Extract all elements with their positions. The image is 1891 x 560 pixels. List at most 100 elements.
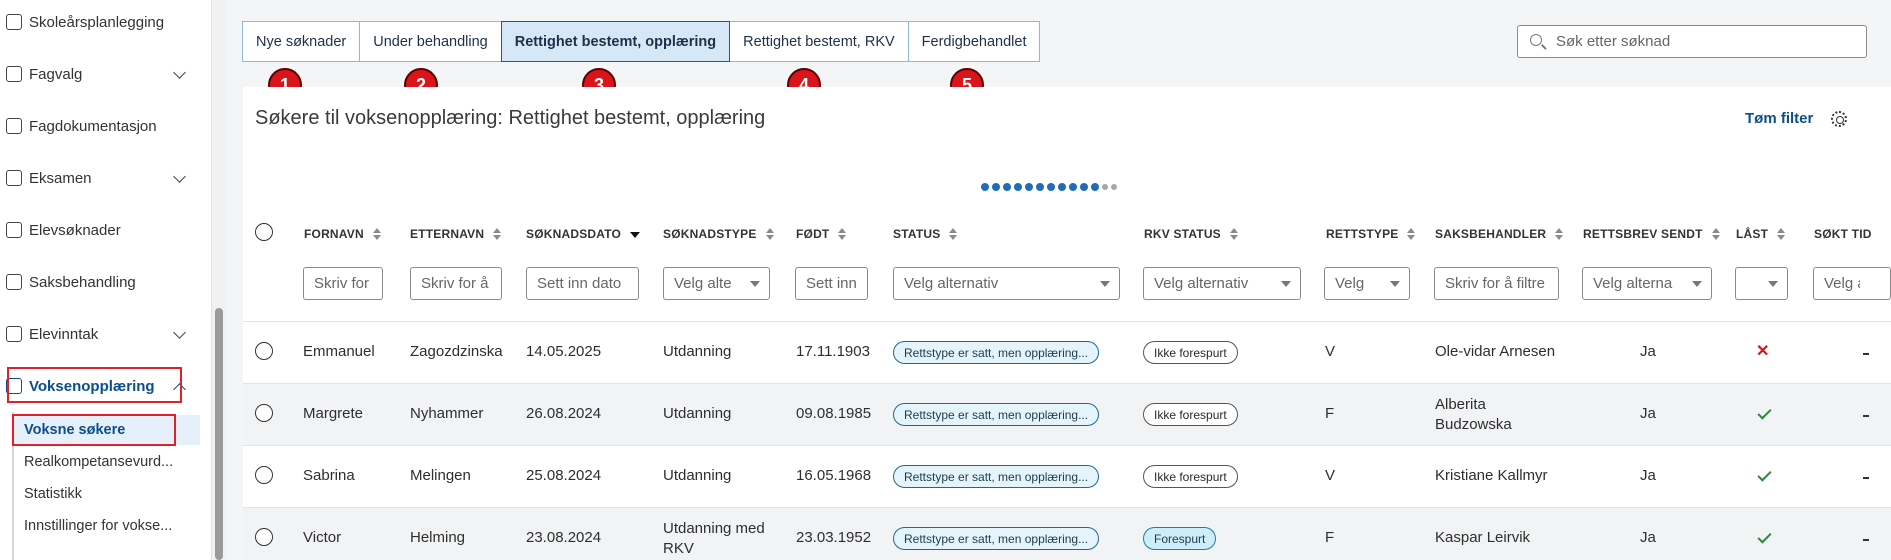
filter-last-select[interactable] (1735, 267, 1788, 300)
tab-ferdigbehandlet[interactable]: Ferdigbehandlet (907, 21, 1041, 62)
filter-status-select[interactable]: Velg alternativ (893, 267, 1120, 300)
table-row[interactable]: Margrete Nyhammer 26.08.2024 Utdanning 0… (243, 383, 1891, 445)
applicants-panel: Søkere til voksenopplæring: Rettighet be… (243, 87, 1891, 560)
row-checkbox[interactable] (255, 528, 273, 546)
search-icon (1530, 34, 1542, 46)
column-pagination-dots[interactable] (981, 183, 1117, 191)
calendar-check-icon (6, 14, 22, 30)
sort-icon (838, 228, 847, 240)
filter-fornavn-input[interactable] (303, 267, 383, 300)
rkv-status-badge: Ikke forespurt (1143, 403, 1238, 426)
sidebar-item-saksbehandling[interactable]: Saksbehandling (0, 267, 200, 297)
sidebar-item-skolearsplanlegging[interactable]: Skoleårsplanlegging (0, 7, 200, 37)
gear-icon[interactable] (1831, 111, 1847, 127)
column-header-rettstype[interactable]: RETTSTYPE (1326, 227, 1416, 241)
sort-icon (1711, 228, 1720, 240)
page-dot[interactable] (1047, 183, 1055, 191)
sort-icon (1407, 228, 1416, 240)
chevron-down-icon (173, 66, 186, 79)
column-header-saksbehandler[interactable]: SAKSBEHANDLER (1435, 227, 1564, 241)
filter-soknadsdato-input[interactable] (526, 267, 639, 300)
filter-sokt-tid-select[interactable]: Velg al (1813, 267, 1891, 300)
table-row[interactable]: Sabrina Melingen 25.08.2024 Utdanning 16… (243, 445, 1891, 507)
cell-etternavn: Nyhammer (410, 405, 484, 422)
check-icon (1757, 467, 1772, 482)
select-all-checkbox[interactable] (255, 223, 273, 241)
tab-rettighet-rkv[interactable]: Rettighet bestemt, RKV (729, 21, 909, 62)
page-dot[interactable] (1069, 183, 1077, 191)
book-icon (6, 66, 22, 82)
sort-desc-icon (630, 228, 641, 240)
cell-etternavn: Zagozdzinska (410, 343, 503, 360)
column-header-soknadstype[interactable]: SØKNADSTYPE (663, 227, 774, 241)
sort-icon (493, 228, 502, 240)
page-dot[interactable] (1014, 183, 1022, 191)
sidebar-scrollbar-thumb[interactable] (215, 308, 223, 560)
column-header-status[interactable]: STATUS (893, 227, 958, 241)
column-header-soknadsdato[interactable]: SØKNADSDATO (526, 227, 641, 241)
cell-fornavn: Margrete (303, 405, 364, 422)
table-row[interactable]: Emmanuel Zagozdzinska 14.05.2025 Utdanni… (243, 321, 1891, 383)
column-header-fodt[interactable]: FØDT (796, 227, 847, 241)
page-dot[interactable] (1102, 184, 1108, 190)
column-header-fornavn[interactable]: FORNAVN (304, 227, 381, 241)
row-checkbox[interactable] (255, 466, 273, 484)
status-badge: Rettstype er satt, men opplæring... (893, 403, 1100, 426)
cell-saksbehandler: Ole-vidar Arnesen (1435, 343, 1556, 360)
column-header-etternavn[interactable]: ETTERNAVN (410, 227, 502, 241)
page-dot[interactable] (981, 183, 989, 191)
page-dot[interactable] (1111, 184, 1117, 190)
filter-rettstype-select[interactable]: Velg (1324, 267, 1410, 300)
table-row[interactable]: Victor Helming 23.08.2024 Utdanning med … (243, 507, 1891, 560)
cell-rettsbrev: Ja (1640, 467, 1656, 484)
page-dot[interactable] (992, 183, 1000, 191)
column-header-rettsbrev-sendt[interactable]: RETTSBREV SENDT (1583, 227, 1720, 241)
cell-soknadsdato: 23.08.2024 (526, 529, 602, 546)
clear-filter-link[interactable]: Tøm filter (1745, 110, 1813, 127)
page-dot[interactable] (1003, 183, 1011, 191)
rkv-status-badge: Forespurt (1143, 527, 1217, 550)
sidebar-item-elevinntak[interactable]: Elevinntak (0, 319, 200, 349)
tab-under-behandling[interactable]: Under behandling (359, 21, 502, 62)
cell-fornavn: Emmanuel (303, 343, 375, 360)
sidebar-item-elevsoknader[interactable]: Elevsøknader (0, 215, 200, 245)
page-dot[interactable] (1025, 183, 1033, 191)
dash-icon (1863, 539, 1869, 541)
filter-soknadstype-select[interactable]: Velg alte (663, 267, 770, 300)
sidebar-subitem-realkompetansevurdering[interactable]: Realkompetansevurd... (12, 447, 200, 477)
status-badge: Rettstype er satt, men opplæring... (893, 527, 1100, 550)
page-dot[interactable] (1058, 183, 1066, 191)
sidebar-item-fagdokumentasjon[interactable]: Fagdokumentasjon (0, 111, 200, 141)
sidebar-subitem-innstillinger[interactable]: Innstillinger for vokse... (12, 511, 200, 541)
dash-icon (1863, 353, 1869, 355)
page-dot[interactable] (1091, 183, 1099, 191)
cell-etternavn: Helming (410, 529, 466, 546)
sort-icon (372, 228, 381, 240)
sidebar-item-fagvalg[interactable]: Fagvalg (0, 59, 200, 89)
sidebar-item-label: Elevinntak (29, 325, 99, 343)
page-dot[interactable] (1036, 183, 1044, 191)
column-header-rkv-status[interactable]: RKV STATUS (1144, 227, 1238, 241)
dash-icon (1863, 415, 1869, 417)
chevron-down-icon (1100, 281, 1110, 287)
cell-fodt: 09.08.1985 (796, 405, 872, 422)
filter-saksbehandler-input[interactable] (1434, 267, 1559, 300)
row-checkbox[interactable] (255, 404, 273, 422)
filter-etternavn-input[interactable] (410, 267, 502, 300)
column-header-sokt-tid[interactable]: SØKT TID (1814, 227, 1872, 241)
folder-icon (6, 274, 22, 290)
filter-fodt-input[interactable] (795, 267, 868, 300)
sidebar-subitem-statistikk[interactable]: Statistikk (12, 479, 200, 509)
filter-rettsbrev-select[interactable]: Velg alterna (1582, 267, 1712, 300)
row-checkbox[interactable] (255, 342, 273, 360)
sidebar-item-eksamen[interactable]: Eksamen (0, 163, 200, 193)
chevron-down-icon (1281, 281, 1291, 287)
cell-soknadsdato: 25.08.2024 (526, 467, 602, 484)
search-input[interactable] (1556, 27, 1856, 56)
column-header-last[interactable]: LÅST (1736, 227, 1786, 241)
dash-icon (1863, 477, 1869, 479)
page-dot[interactable] (1080, 183, 1088, 191)
filter-rkv-status-select[interactable]: Velg alternativ (1143, 267, 1301, 300)
tab-nye-soknader[interactable]: Nye søknader (242, 21, 361, 62)
tab-rettighet-opplaering[interactable]: Rettighet bestemt, opplæring (500, 21, 731, 62)
